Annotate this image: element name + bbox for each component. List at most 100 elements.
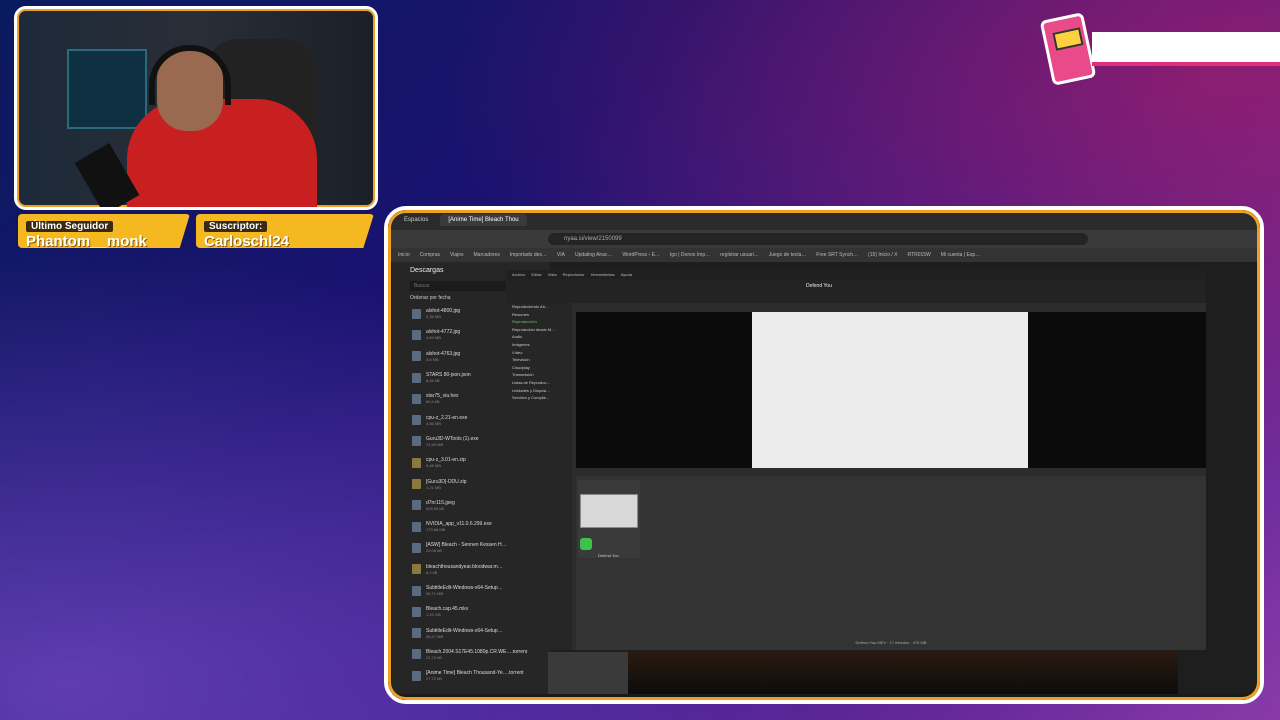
download-size: 4,69 MB <box>426 335 441 341</box>
download-size: 1,21 MB <box>426 484 441 490</box>
download-size: 4,85 MB <box>426 420 441 426</box>
webcam-person <box>127 99 317 207</box>
menu-item[interactable]: Archivo <box>512 272 525 277</box>
file-icon <box>412 585 421 596</box>
bookmark[interactable]: VIA <box>557 252 565 258</box>
download-name: SubtitleEdit-Windows-x64-Setup… <box>426 627 503 634</box>
file-icon <box>412 415 421 426</box>
alert-bar <box>1092 32 1280 66</box>
sidebar-item[interactable]: Imágenes <box>506 341 572 349</box>
sidebar-item[interactable]: Listas de Reproduc… <box>506 379 572 387</box>
browser-tabs: Espacios [Anime Time] Bleach Thou <box>388 210 1260 230</box>
folder-icon <box>412 457 421 468</box>
player-status: Defend You.MKV · 17 minutos · 475 MB <box>855 640 927 645</box>
file-icon <box>412 606 421 617</box>
file-icon <box>412 308 421 319</box>
download-size: 74,59 MB <box>426 441 444 447</box>
player-sidebar: Reproduciendo Ah… Resumen Reproducción Repr… <box>506 303 572 650</box>
download-size: 8,46 kB <box>426 378 440 384</box>
sidebar-item[interactable]: Unidades y Disposi… <box>506 387 572 395</box>
sidebar-item[interactable]: Vídeo <box>506 349 572 357</box>
bookmark[interactable]: Free SRT Synch… <box>816 252 858 258</box>
media-grid: Defend You <box>576 476 1206 650</box>
page-artwork <box>628 652 1178 694</box>
bookmark[interactable]: Importado des… <box>510 252 547 258</box>
follower-label: Último Seguidor <box>26 221 114 232</box>
video-area <box>576 312 1206 468</box>
thumb-caption: Defend You <box>598 553 619 558</box>
download-size: 170,68 MB <box>426 527 446 533</box>
sidebar-item[interactable]: Cloudplay <box>506 364 572 372</box>
download-size: 526,59 kB <box>426 505 445 511</box>
arcade-body <box>1039 12 1097 86</box>
sidebar-item[interactable]: Televisión <box>506 356 572 364</box>
bookmark[interactable]: Updating Anac… <box>575 252 613 258</box>
folder-icon <box>412 479 421 490</box>
bookmark[interactable]: Viajes <box>450 252 464 258</box>
file-icon <box>412 329 421 340</box>
media-player-window: Archivo Editar Vista Reproductor Herrami… <box>506 270 1206 650</box>
download-name: bleachthousandyear.bloodwar.m… <box>426 563 503 570</box>
subscriber-badge: Suscriptor: Carloschl24 <box>196 214 374 248</box>
bookmark[interactable]: RTR015W <box>908 252 931 258</box>
download-size: 55,47 MB <box>426 633 444 639</box>
download-size: 5,48 MB <box>426 463 441 469</box>
menu-item[interactable]: Vista <box>548 272 557 277</box>
bookmark[interactable]: Juego de tecla… <box>769 252 807 258</box>
follower-badge: Último Seguidor Phantom__monk <box>18 214 190 248</box>
menu-item[interactable]: Editar <box>531 272 541 277</box>
menu-item[interactable]: Reproductor <box>563 272 585 277</box>
sidebar-item[interactable]: Resumen <box>506 311 572 319</box>
bookmark[interactable]: Compras <box>420 252 440 258</box>
tab-espacios[interactable]: Espacios <box>396 214 436 226</box>
folder-icon <box>412 564 421 575</box>
tab-anime-time[interactable]: [Anime Time] Bleach Thou <box>440 214 527 226</box>
menu-item[interactable]: Ayuda <box>621 272 632 277</box>
bookmark[interactable]: Inicio <box>398 252 410 258</box>
sidebar-item[interactable]: Servidor y Compile… <box>506 394 572 402</box>
player-menu: Archivo Editar Vista Reproductor Herrami… <box>506 270 1206 279</box>
taskbar <box>388 694 1260 700</box>
file-icon <box>412 500 421 511</box>
file-icon <box>412 351 421 362</box>
file-icon <box>412 436 421 447</box>
bookmark[interactable]: Mi cuenta | Esp… <box>941 252 980 258</box>
sidebar-item[interactable]: Reproducido desde M… <box>506 326 572 334</box>
bookmark[interactable]: (15) Inicio / X <box>868 252 897 258</box>
file-icon <box>412 628 421 639</box>
bookmark[interactable]: WordPress › E… <box>622 252 659 258</box>
download-size: 3,35 MB <box>426 314 441 320</box>
play-icon[interactable] <box>580 538 592 550</box>
file-icon <box>412 521 421 532</box>
download-size: 27,72 kB <box>426 676 442 682</box>
bookmark[interactable]: Marcadores <box>474 252 500 258</box>
bookmark[interactable]: regístrar usuari… <box>720 252 759 258</box>
address-bar-row: nyaa.si/view/2150099 <box>388 230 1260 248</box>
player-toolbar: Defend You <box>506 279 1206 303</box>
bookmark[interactable]: Igo | Donos Imp… <box>670 252 710 258</box>
download-size: 1,23 GB <box>426 612 441 618</box>
browser-page-content <box>548 652 1178 694</box>
download-size: 21,72 kB <box>426 654 442 660</box>
subscriber-label: Suscriptor: <box>204 221 268 232</box>
sidebar-item[interactable]: Transmisión <box>506 371 572 379</box>
download-item[interactable]: [Anime Time] Bleach Thousand-Ye….torrent… <box>392 665 550 686</box>
media-thumb[interactable]: Defend You <box>578 480 640 558</box>
now-playing-title: Defend You <box>806 283 832 289</box>
sidebar-item[interactable]: Reproducción <box>506 318 572 326</box>
webcam-monitor <box>67 49 147 129</box>
video-frame <box>752 312 1028 468</box>
download-size: 56,71 MB <box>426 591 444 596</box>
download-name: [Guru3D]-DDU.zip <box>426 478 467 485</box>
sidebar-item[interactable]: Audio <box>506 333 572 341</box>
menu-item[interactable]: Herramientas <box>591 272 615 277</box>
file-icon <box>412 670 421 681</box>
download-name: cpu-z_2.21-en.exe <box>426 414 468 421</box>
file-icon <box>412 542 421 553</box>
url-field[interactable]: nyaa.si/view/2150099 <box>548 233 1088 245</box>
sidebar-item[interactable]: Reproduciendo Ah… <box>506 303 572 311</box>
file-icon <box>412 372 421 383</box>
thumb-image <box>580 494 638 528</box>
file-icon <box>412 393 421 404</box>
download-name: d7nr115.jpeg <box>426 499 455 506</box>
